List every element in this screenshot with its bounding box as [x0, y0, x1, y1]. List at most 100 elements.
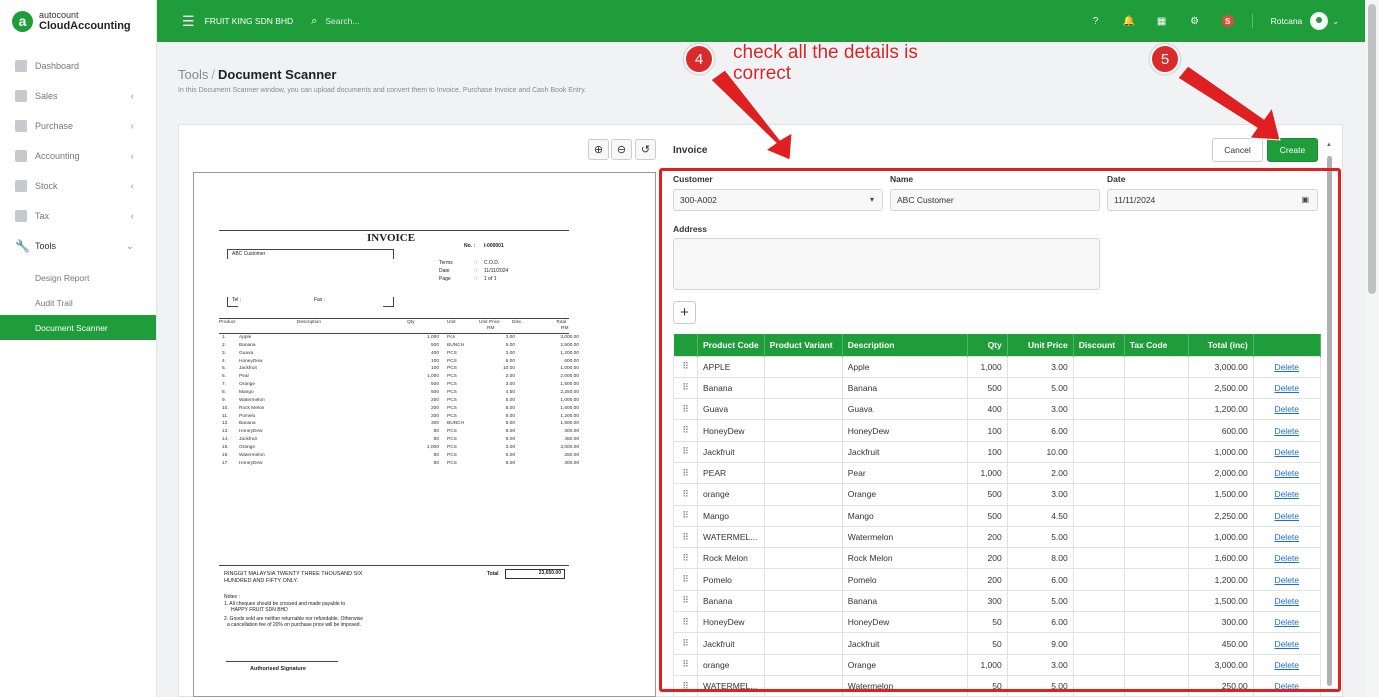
delete-link[interactable]: Delete	[1274, 489, 1299, 499]
table-cell[interactable]	[1123, 440, 1189, 463]
table-cell[interactable]: 200	[966, 547, 1008, 570]
delete-link[interactable]: Delete	[1274, 404, 1299, 414]
table-cell[interactable]: 200	[966, 568, 1008, 591]
table-cell[interactable]: 100	[966, 440, 1008, 463]
table-cell[interactable]: Jackfruit	[841, 440, 968, 463]
help-icon[interactable]: ?	[1090, 16, 1102, 27]
table-cell[interactable]: 1,200.00	[1187, 568, 1254, 591]
column-header[interactable]: Product Code	[697, 334, 765, 356]
table-cell[interactable]: 3.00	[1006, 483, 1074, 506]
table-cell[interactable]: orange	[697, 483, 765, 506]
table-row[interactable]: ⠿ orange Orange 500 3.00 1,500.00 Delete	[673, 483, 1321, 506]
table-cell[interactable]: Rock Melon	[841, 547, 968, 570]
table-cell[interactable]: 3.00	[1006, 653, 1074, 676]
table-cell[interactable]	[763, 376, 843, 400]
sidebar-item-dashboard[interactable]: Dashboard	[0, 51, 156, 81]
table-cell[interactable]: 1,500.00	[1187, 589, 1254, 613]
drag-handle-icon[interactable]: ⠿	[673, 674, 698, 697]
table-cell[interactable]	[763, 653, 843, 676]
delete-link[interactable]: Delete	[1274, 511, 1299, 521]
table-cell[interactable]	[1123, 376, 1189, 400]
table-cell[interactable]: 2,500.00	[1187, 376, 1254, 400]
chevron-down-icon[interactable]: ⌄	[1332, 17, 1339, 26]
table-cell[interactable]: 5.00	[1006, 525, 1074, 549]
table-cell[interactable]: 1,000.00	[1187, 440, 1254, 463]
delete-link[interactable]: Delete	[1274, 532, 1299, 542]
table-cell[interactable]: 400	[966, 398, 1008, 421]
bell-icon[interactable]: 🔔	[1123, 16, 1135, 27]
rotate-icon[interactable]: ↺	[635, 139, 656, 160]
table-cell[interactable]: PEAR	[697, 461, 765, 485]
table-cell[interactable]: 2,000.00	[1187, 461, 1254, 485]
table-cell[interactable]	[1123, 674, 1189, 697]
sidebar-item-purchase[interactable]: Purchase ‹	[0, 111, 156, 141]
drag-handle-icon[interactable]: ⠿	[673, 632, 698, 655]
table-cell[interactable]: Pear	[841, 461, 968, 485]
delete-link[interactable]: Delete	[1274, 468, 1299, 478]
name-field[interactable]: ABC Customer	[890, 189, 1100, 211]
table-cell[interactable]: Guava	[841, 398, 968, 421]
delete-link[interactable]: Delete	[1274, 447, 1299, 457]
table-cell[interactable]: 2,250.00	[1187, 504, 1254, 527]
delete-link[interactable]: Delete	[1274, 362, 1299, 372]
table-cell[interactable]: 1,000.00	[1187, 525, 1254, 549]
table-cell[interactable]	[763, 461, 843, 485]
zoom-out-icon[interactable]: ⊖	[611, 139, 632, 160]
sidebar-item-tools[interactable]: 🔧 Tools ⌄	[0, 231, 156, 261]
table-cell[interactable]	[1072, 504, 1125, 527]
table-cell[interactable]: Jackfruit	[697, 440, 765, 463]
table-cell[interactable]: Pomelo	[841, 568, 968, 591]
table-cell[interactable]	[1072, 525, 1125, 549]
table-cell[interactable]	[1123, 398, 1189, 421]
table-cell[interactable]: Mango	[697, 504, 765, 527]
table-cell[interactable]: HoneyDew	[841, 611, 968, 634]
breadcrumb-parent[interactable]: Tools	[178, 67, 208, 82]
table-cell[interactable]: APPLE	[697, 355, 765, 378]
table-cell[interactable]: Rock Melon	[697, 547, 765, 570]
table-cell[interactable]: 1,600.00	[1187, 547, 1254, 570]
drag-handle-icon[interactable]: ⠿	[673, 376, 698, 400]
table-cell[interactable]: HoneyDew	[697, 611, 765, 634]
table-cell[interactable]	[763, 547, 843, 570]
table-cell[interactable]	[1123, 525, 1189, 549]
table-cell[interactable]	[1072, 440, 1125, 463]
table-cell[interactable]: 50	[966, 674, 1008, 697]
table-row[interactable]: ⠿ APPLE Apple 1,000 3.00 3,000.00 Delete	[673, 355, 1321, 378]
table-row[interactable]: ⠿ Jackfruit Jackfruit 50 9.00 450.00 Delete	[673, 632, 1321, 655]
table-cell[interactable]	[763, 674, 843, 697]
table-cell[interactable]	[1072, 419, 1125, 442]
table-cell[interactable]: 300	[966, 589, 1008, 613]
table-cell[interactable]: Jackfruit	[697, 632, 765, 655]
table-cell[interactable]: orange	[697, 653, 765, 676]
table-cell[interactable]: 50	[966, 632, 1008, 655]
table-cell[interactable]: 10.00	[1006, 440, 1074, 463]
table-cell[interactable]: Banana	[841, 376, 968, 400]
drag-handle-icon[interactable]: ⠿	[673, 589, 698, 613]
table-cell[interactable]	[1123, 461, 1189, 485]
customer-select[interactable]: 300-A002 ▾	[673, 189, 883, 211]
table-cell[interactable]	[763, 355, 843, 378]
table-cell[interactable]	[1123, 589, 1189, 613]
table-cell[interactable]: Orange	[841, 653, 968, 676]
table-cell[interactable]	[1123, 419, 1189, 442]
date-field[interactable]: 11/11/2024 ▣	[1107, 189, 1318, 211]
delete-link[interactable]: Delete	[1274, 660, 1299, 670]
delete-link[interactable]: Delete	[1274, 596, 1299, 606]
page-scrollbar[interactable]	[1365, 0, 1379, 697]
table-cell[interactable]	[1123, 483, 1189, 506]
table-cell[interactable]	[1123, 653, 1189, 676]
drag-handle-icon[interactable]: ⠿	[673, 611, 698, 634]
table-cell[interactable]: 500	[966, 376, 1008, 400]
delete-link[interactable]: Delete	[1274, 575, 1299, 585]
table-cell[interactable]: 5.00	[1006, 376, 1074, 400]
drag-handle-icon[interactable]: ⠿	[673, 461, 698, 485]
table-cell[interactable]	[763, 611, 843, 634]
column-header[interactable]: Discount	[1073, 334, 1125, 356]
table-cell[interactable]	[1072, 589, 1125, 613]
table-cell[interactable]	[763, 398, 843, 421]
form-scrollbar[interactable]: ▲	[1326, 142, 1334, 690]
table-cell[interactable]	[1072, 547, 1125, 570]
search-input[interactable]	[325, 16, 446, 26]
table-cell[interactable]: 500	[966, 483, 1008, 506]
table-row[interactable]: ⠿ Guava Guava 400 3.00 1,200.00 Delete	[673, 398, 1321, 421]
